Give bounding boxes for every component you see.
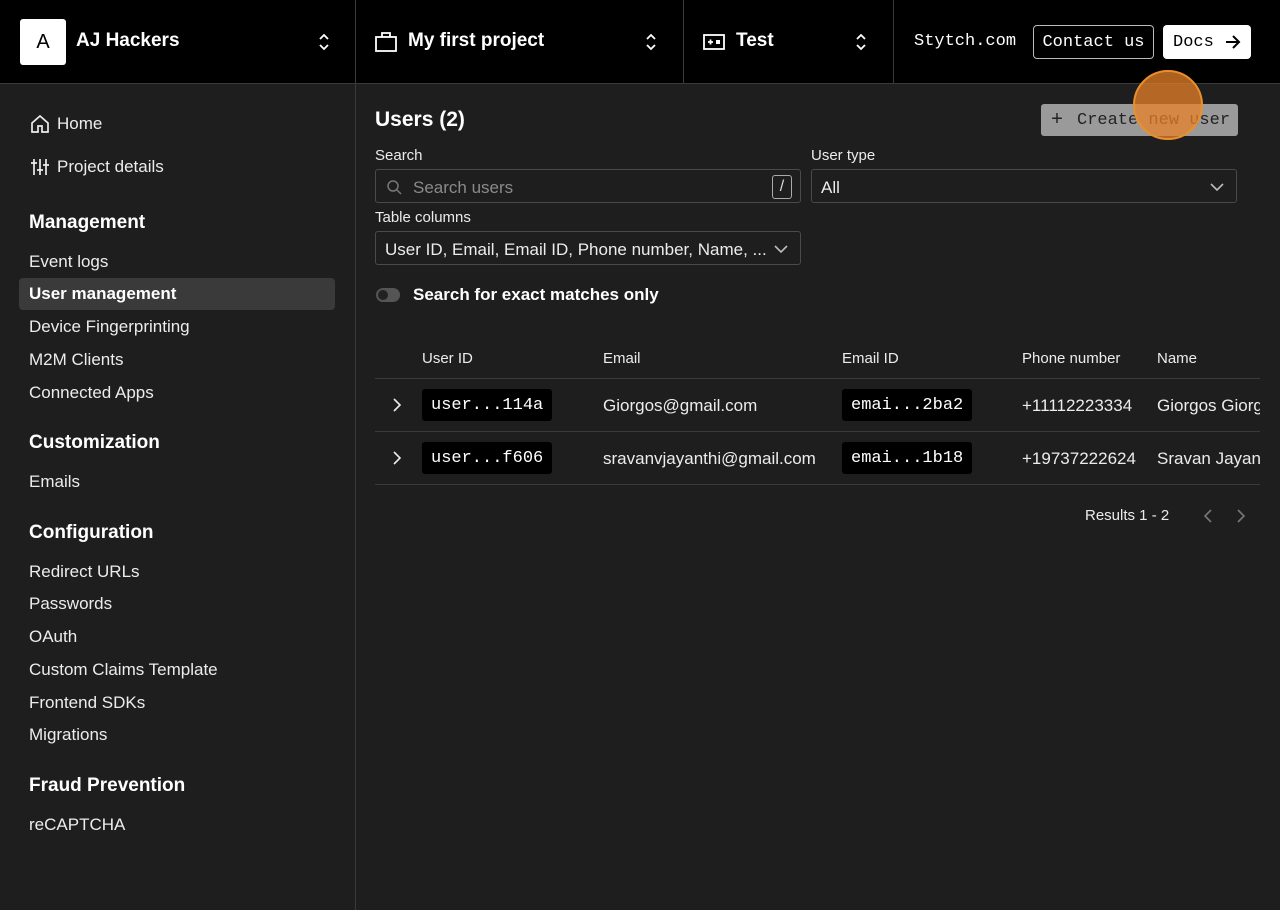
chevron-right-icon[interactable] [392,398,402,412]
table-columns-select[interactable]: User ID, Email, Email ID, Phone number, … [375,231,801,265]
top-bar: A AJ Hackers My first project Test Stytc… [0,0,1280,84]
page-title: Users (2) [375,108,465,131]
email-id-chip[interactable]: emai...1b18 [842,442,973,474]
sidebar-item-event-logs[interactable]: Event logs [19,246,335,278]
next-page-icon[interactable] [1236,509,1246,523]
user-type-value: All [821,178,840,197]
column-header-user-id[interactable]: User ID [422,350,473,367]
search-icon [387,180,402,195]
column-header-email-id[interactable]: Email ID [842,350,899,367]
sidebar-item-frontend-sdks[interactable]: Frontend SDKs [19,687,335,719]
sidebar-item-home[interactable]: Home [19,108,335,140]
sidebar-item-emails[interactable]: Emails [19,466,335,498]
search-shortcut-key: / [772,175,792,199]
search-label: Search [375,147,423,164]
chevron-up-down-icon [646,33,656,51]
user-id-chip[interactable]: user...f606 [422,442,553,474]
search-placeholder: Search users [413,178,514,197]
arrow-right-icon [1226,35,1241,49]
user-type-label: User type [811,147,876,164]
sidebar-item-oauth[interactable]: OAuth [19,621,335,653]
section-heading-management: Management [29,212,146,233]
phone-cell: +11112223334 [1022,396,1133,415]
phone-cell: +19737222624 [1022,449,1136,468]
sidebar-item-passwords[interactable]: Passwords [19,588,335,620]
test-environment-icon [703,34,725,50]
home-icon [31,114,49,133]
section-heading-configuration: Configuration [29,522,154,543]
plus-icon: + [1051,109,1064,132]
docs-button[interactable]: Docs [1163,25,1251,59]
sidebar-item-recaptcha[interactable]: reCAPTCHA [19,809,335,841]
table-columns-label: Table columns [375,209,471,226]
row-divider [375,431,1260,432]
sidebar-item-redirect-urls[interactable]: Redirect URLs [19,556,335,588]
environment-switcher[interactable]: Test [684,0,894,83]
sidebar-item-connected-apps[interactable]: Connected Apps [19,377,335,409]
sidebar-item-migrations[interactable]: Migrations [19,719,335,751]
sidebar-item-custom-claims-template[interactable]: Custom Claims Template [19,654,335,686]
contact-us-button[interactable]: Contact us [1033,25,1154,59]
results-count: Results 1 - 2 [1085,507,1170,524]
users-table: User ID Email Email ID Phone number Name… [375,330,1260,490]
chevron-down-icon [774,245,788,254]
sidebar: Home Project details Management Event lo… [0,84,356,910]
sidebar-item-user-management[interactable]: User management [19,278,335,310]
chevron-right-icon[interactable] [392,451,402,465]
stytch-site-link[interactable]: Stytch.com [914,32,1016,51]
chevron-up-down-icon [856,33,866,51]
sidebar-item-label: Home [57,114,103,133]
email-cell: Giorgos@gmail.com [603,396,758,415]
org-avatar: A [20,19,66,65]
sidebar-item-label: Project details [57,157,164,176]
org-switcher[interactable]: A AJ Hackers [0,0,356,83]
briefcase-icon [375,32,397,52]
section-heading-fraud-prevention: Fraud Prevention [29,775,186,796]
chevron-up-down-icon [319,33,329,51]
project-name: My first project [408,30,545,51]
email-id-chip[interactable]: emai...2ba2 [842,389,973,421]
chevron-down-icon [1210,183,1224,192]
table-columns-value: User ID, Email, Email ID, Phone number, … [385,240,767,259]
row-divider [375,484,1260,485]
previous-page-icon[interactable] [1203,509,1213,523]
user-type-select[interactable]: All [811,169,1237,203]
sidebar-item-project-details[interactable]: Project details [19,151,335,183]
project-switcher[interactable]: My first project [356,0,684,83]
email-cell: sravanvjayanthi@gmail.com [603,449,816,468]
docs-button-label: Docs [1173,32,1214,52]
column-header-email[interactable]: Email [603,350,641,367]
sidebar-item-m2m-clients[interactable]: M2M Clients [19,344,335,376]
sliders-icon [31,159,49,175]
header-divider [375,378,1260,379]
sidebar-item-device-fingerprinting[interactable]: Device Fingerprinting [19,311,335,343]
search-input[interactable]: Search users / [375,169,801,203]
name-cell: Giorgos Giorg [1157,396,1260,415]
click-indicator [1133,70,1203,140]
section-heading-customization: Customization [29,432,160,453]
name-cell: Sravan Jayan [1157,449,1260,468]
exact-match-label: Search for exact matches only [413,285,659,304]
org-name: AJ Hackers [76,30,180,51]
exact-match-toggle[interactable] [376,288,400,302]
column-header-phone[interactable]: Phone number [1022,350,1120,367]
environment-name: Test [736,30,774,51]
column-header-name[interactable]: Name [1157,350,1197,367]
user-id-chip[interactable]: user...114a [422,389,553,421]
